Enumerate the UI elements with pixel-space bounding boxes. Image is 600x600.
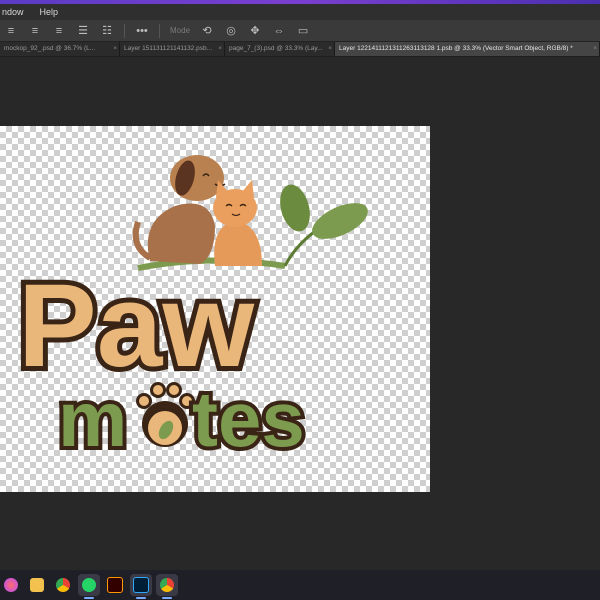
dog-tail-icon [132,221,152,261]
close-icon[interactable]: × [328,42,332,56]
tab-document-1[interactable]: mockop_92_.psd @ 36.7% (L... × [0,42,120,56]
tab-document-3[interactable]: page_7_(3).psd @ 33.3% (Lay... × [225,42,335,56]
chrome-icon [160,578,174,592]
logo-letter-m: m [58,375,127,463]
taskbar-chrome[interactable] [52,574,74,596]
document-tab-bar: mockop_92_.psd @ 36.7% (L... × Layer 1511… [0,42,600,57]
menu-window[interactable]: ndow [0,7,26,17]
illustrator-icon [107,577,123,593]
align-center-icon[interactable]: ≡ [28,24,42,38]
divider [159,23,160,38]
3d-mode-label: Mode [170,26,191,35]
roll-icon[interactable]: ◎ [224,24,238,38]
dog-body-icon [147,203,215,264]
tab-label: mockop_92_.psd @ 36.7% (L... [4,45,96,52]
taskbar-whatsapp[interactable] [78,574,100,599]
start-icon [4,578,18,592]
tab-label: page_7_(3).psd @ 33.3% (Lay... [229,45,323,52]
menu-bar: ndow Help [0,4,600,20]
tab-label: Layer 1221411121311263113128 1.psb @ 33.… [339,45,573,52]
taskbar-chrome-2[interactable] [156,574,178,599]
scale-icon[interactable]: ▭ [296,24,310,38]
whatsapp-icon [82,578,96,592]
divider [124,23,125,38]
taskbar-photoshop[interactable] [130,574,152,599]
windows-taskbar [0,570,600,600]
start-button[interactable] [0,574,22,596]
logo-word-tes: tes [192,375,305,463]
leaf-icon [280,184,310,232]
align-right-icon[interactable]: ≡ [52,24,66,38]
taskbar-file-explorer[interactable] [26,574,48,596]
document-canvas[interactable]: Paw m tes [0,126,430,492]
align-left-icon[interactable]: ≡ [4,24,18,38]
pan-icon[interactable]: ✥ [248,24,262,38]
close-icon[interactable]: × [593,42,597,56]
leaf-icon [312,203,368,239]
file-explorer-icon [30,578,44,592]
close-icon[interactable]: × [218,42,222,56]
photoshop-icon [133,577,149,593]
orbit-icon[interactable]: ⟲ [200,24,214,38]
distribute-vertical-icon[interactable]: ☷ [100,24,114,38]
slide-icon[interactable]: ⇔ [272,24,286,38]
options-bar: ≡ ≡ ≡ ☰ ☷ ••• Mode ⟲ ◎ ✥ ⇔ ▭ [0,20,600,42]
taskbar-illustrator[interactable] [104,574,126,596]
chrome-icon [56,578,70,592]
close-icon[interactable]: × [113,42,117,56]
pawmates-logo: Paw m tes [13,155,368,467]
logo-word-paw: Paw [18,260,255,392]
tab-document-2[interactable]: Layer 151131121141132.psb... × [120,42,225,56]
tab-document-4[interactable]: Layer 1221411121311263113128 1.psb @ 33.… [335,42,600,56]
menu-help[interactable]: Help [38,7,61,17]
tab-label: Layer 151131121141132.psb... [124,45,213,52]
distribute-icon[interactable]: ☰ [76,24,90,38]
more-options-icon[interactable]: ••• [135,24,149,38]
